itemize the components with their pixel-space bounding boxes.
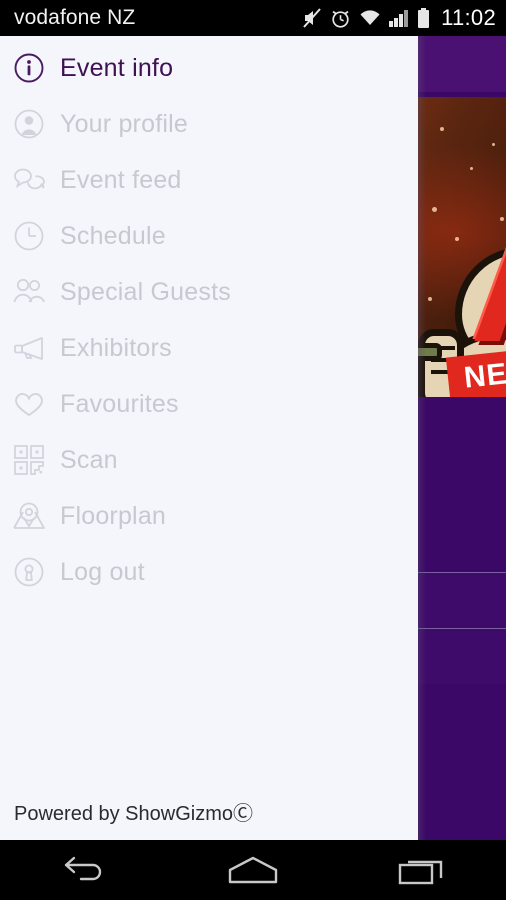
clock-label: 11:02 <box>441 5 496 30</box>
sidebar-item-label: Scan <box>60 445 118 474</box>
sidebar-item-scan[interactable]: Scan <box>0 432 418 488</box>
sidebar-item-label: Favourites <box>60 389 179 418</box>
sidebar-item-favourites[interactable]: Favourites <box>0 376 418 432</box>
alarm-icon <box>332 10 349 28</box>
home-icon <box>228 856 278 884</box>
mute-icon <box>303 8 321 28</box>
sidebar-item-exhibitors[interactable]: Exhibitors <box>0 320 418 376</box>
navigation-drawer: Event info Your profile Event feed Sched… <box>0 36 418 840</box>
signal-icon <box>389 10 409 27</box>
clock-icon <box>12 219 46 253</box>
sidebar-item-floorplan[interactable]: Floorplan <box>0 488 418 544</box>
sidebar-item-schedule[interactable]: Schedule <box>0 208 418 264</box>
back-arrow-icon <box>65 856 102 881</box>
sidebar-item-special-guests[interactable]: Special Guests <box>0 264 418 320</box>
wifi-icon <box>360 10 380 25</box>
sidebar-item-event-feed[interactable]: Event feed <box>0 152 418 208</box>
sidebar-item-log-out[interactable]: Log out <box>0 544 418 600</box>
recents-button[interactable] <box>372 840 472 900</box>
sidebar-item-your-profile[interactable]: Your profile <box>0 96 418 152</box>
recents-icon <box>398 860 442 885</box>
chat-bubbles-icon <box>12 163 46 197</box>
sidebar-item-label: Log out <box>60 557 145 586</box>
sidebar-item-label: Event info <box>60 53 174 82</box>
back-button[interactable] <box>34 840 134 900</box>
status-icons: 11:02 <box>302 5 496 31</box>
carrier-label: vodafone NZ <box>14 6 136 29</box>
people-icon <box>12 275 46 309</box>
person-circle-icon <box>12 107 46 141</box>
sidebar-item-event-info[interactable]: Event info <box>0 40 418 96</box>
phone-screen: vodafone NZ 11:02 NEW Event info Your pr… <box>0 0 506 900</box>
powered-by-label: Powered by ShowGizmoⒸ <box>14 803 253 825</box>
banner-letter: A <box>470 193 506 369</box>
info-circle-icon <box>12 51 46 85</box>
android-nav-bar <box>0 840 506 900</box>
home-button[interactable] <box>203 840 303 900</box>
map-pin-icon <box>12 499 46 533</box>
status-bar: vodafone NZ 11:02 <box>0 0 506 36</box>
qr-code-icon <box>12 443 46 477</box>
keyhole-circle-icon <box>12 555 46 589</box>
sidebar-item-label: Floorplan <box>60 501 167 530</box>
sidebar-item-label: Your profile <box>60 109 188 138</box>
battery-icon <box>418 8 430 28</box>
drawer-footer: Powered by ShowGizmoⒸ <box>0 797 418 840</box>
megaphone-icon <box>12 331 46 365</box>
drawer-menu: Event info Your profile Event feed Sched… <box>0 36 418 600</box>
sidebar-item-label: Exhibitors <box>60 333 172 362</box>
heart-icon <box>12 387 46 421</box>
sidebar-item-label: Schedule <box>60 221 166 250</box>
sidebar-item-label: Event feed <box>60 165 182 194</box>
sidebar-item-label: Special Guests <box>60 277 231 306</box>
